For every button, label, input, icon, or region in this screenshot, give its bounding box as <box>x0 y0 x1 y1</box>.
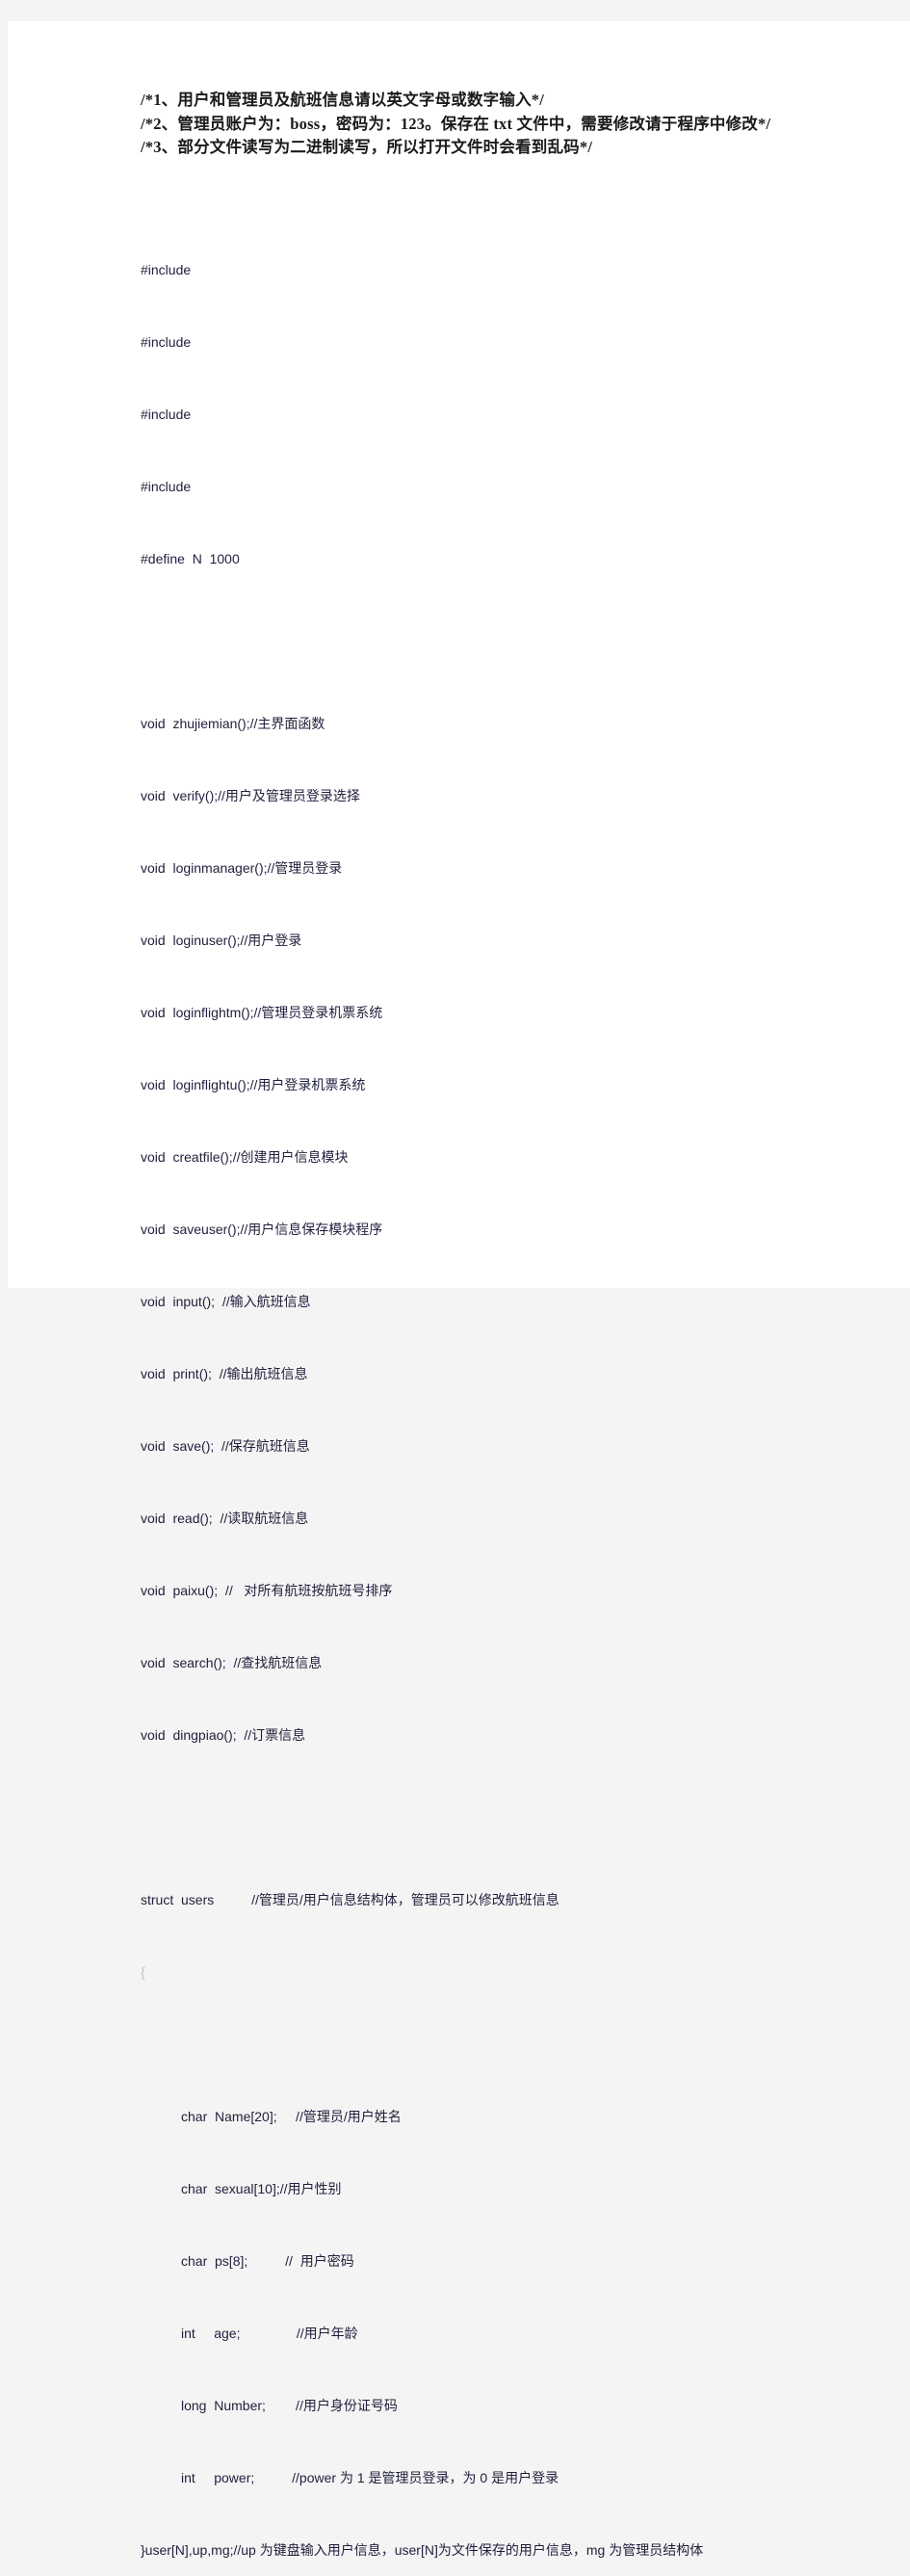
struct-member-name: char Name[20]; //管理员/用户姓名 <box>141 2105 815 2129</box>
struct-close-line: }user[N],up,mg;//up 为键盘输入用户信息，user[N]为文件… <box>141 2538 815 2563</box>
fn-decl-creatfile: void creatfile();//创建用户信息模块 <box>141 1145 815 1170</box>
struct-block: struct users //管理员/用户信息结构体，管理员可以修改航班信息 {… <box>141 1840 815 2576</box>
include-block: #include #include #include #include #def… <box>141 210 815 619</box>
fn-decl-zhujiemian: void zhujiemian();//主界面函数 <box>141 712 815 736</box>
function-declaration-block: void zhujiemian();//主界面函数 void verify();… <box>141 664 815 1796</box>
fn-decl-loginuser: void loginuser();//用户登录 <box>141 929 815 953</box>
fn-decl-verify: void verify();//用户及管理员登录选择 <box>141 784 815 808</box>
struct-member-age: int age; //用户年龄 <box>141 2322 815 2346</box>
header-comment-line-3: /*3、部分文件读写为二进制读写，所以打开文件时会看到乱码*/ <box>141 136 815 160</box>
fn-decl-dingpiao: void dingpiao(); //订票信息 <box>141 1723 815 1748</box>
struct-declaration: struct users //管理员/用户信息结构体，管理员可以修改航班信息 <box>141 1888 815 1912</box>
header-comment-line-1: /*1、用户和管理员及航班信息请以英文字母或数字输入*/ <box>141 89 815 113</box>
fn-decl-read: void read(); //读取航班信息 <box>141 1507 815 1531</box>
spacer-after-includes <box>141 619 815 664</box>
spacer-after-functions <box>141 1796 815 1840</box>
struct-open-brace: { <box>141 1960 815 1985</box>
fn-decl-print: void print(); //输出航班信息 <box>141 1362 815 1386</box>
struct-member-number: long Number; //用户身份证号码 <box>141 2394 815 2418</box>
struct-member-power: int power; //power 为 1 是管理员登录，为 0 是用户登录 <box>141 2466 815 2490</box>
include-line-2: #include <box>141 330 815 355</box>
document-content: /*1、用户和管理员及航班信息请以英文字母或数字输入*/ /*2、管理员账户为：… <box>141 89 815 2576</box>
fn-decl-input: void input(); //输入航班信息 <box>141 1290 815 1314</box>
fn-decl-saveuser: void saveuser();//用户信息保存模块程序 <box>141 1218 815 1242</box>
header-comment-line-2: /*2、管理员账户为：boss，密码为：123。保存在 txt 文件中，需要修改… <box>141 113 815 137</box>
struct-member-ps: char ps[8]; // 用户密码 <box>141 2249 815 2274</box>
fn-decl-loginflightu: void loginflightu();//用户登录机票系统 <box>141 1073 815 1097</box>
include-line-1: #include <box>141 258 815 282</box>
fn-decl-loginmanager: void loginmanager();//管理员登录 <box>141 856 815 881</box>
fn-decl-search: void search(); //查找航班信息 <box>141 1651 815 1675</box>
struct-inner-spacer <box>141 2033 815 2057</box>
define-line: #define N 1000 <box>141 547 815 571</box>
fn-decl-save: void save(); //保存航班信息 <box>141 1434 815 1459</box>
include-line-3: #include <box>141 403 815 427</box>
document-page: /*1、用户和管理员及航班信息请以英文字母或数字输入*/ /*2、管理员账户为：… <box>8 21 910 1288</box>
fn-decl-loginflightm: void loginflightm();//管理员登录机票系统 <box>141 1001 815 1025</box>
struct-member-sexual: char sexual[10];//用户性别 <box>141 2177 815 2201</box>
header-comment-block: /*1、用户和管理员及航班信息请以英文字母或数字输入*/ /*2、管理员账户为：… <box>141 89 815 160</box>
spacer-after-header <box>141 160 815 210</box>
include-line-4: #include <box>141 475 815 499</box>
fn-decl-paixu: void paixu(); // 对所有航班按航班号排序 <box>141 1579 815 1603</box>
